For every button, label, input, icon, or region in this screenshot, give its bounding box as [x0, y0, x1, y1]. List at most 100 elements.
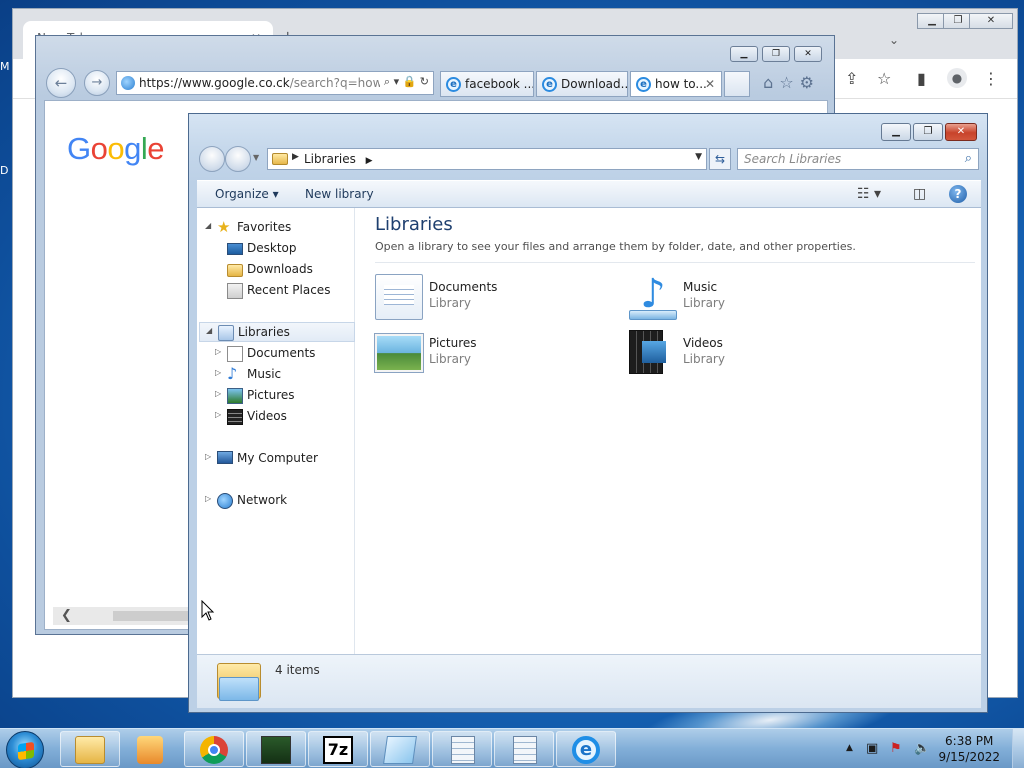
address-bar[interactable]: https://www.google.co.ck/search?q=how ⌕ … — [116, 71, 434, 95]
downloads-folder-icon — [227, 264, 243, 277]
taskbar-windows-explorer[interactable] — [60, 731, 120, 767]
ie-tab-how-to[interactable]: e how to... ✕ — [630, 71, 722, 97]
item-count: 4 items — [275, 663, 320, 677]
tab-search-icon[interactable]: ⌄ — [889, 33, 899, 47]
show-desktop-button[interactable] — [1012, 729, 1024, 768]
music-library-icon: ♪ — [629, 274, 677, 320]
close-button[interactable]: ✕ — [969, 13, 1013, 29]
nav-libraries[interactable]: ◢ Libraries — [199, 322, 355, 342]
expand-icon[interactable]: ▷ — [215, 410, 221, 419]
command-bar: Organize ▾ New library ☷ ▾ ◫ ? — [197, 180, 981, 208]
minimize-button[interactable]: ▁ — [730, 46, 758, 62]
breadcrumb-separator-icon[interactable]: ▶ — [366, 156, 373, 166]
explorer-body: ◢ ★ Favorites Desktop Downloads Recent P… — [197, 208, 981, 654]
pictures-icon — [227, 388, 243, 404]
taskbar-7zip[interactable]: 7z — [308, 731, 368, 767]
chevron-down-icon[interactable]: ▼ — [695, 152, 702, 162]
profile-avatar-icon[interactable]: ● — [947, 68, 967, 88]
ie-tab-label: facebook ... — [465, 77, 534, 91]
back-button[interactable] — [199, 146, 225, 172]
recent-places-icon — [227, 283, 243, 299]
ie-new-tab[interactable] — [724, 71, 750, 97]
taskbar-media-player[interactable] — [122, 731, 182, 767]
expand-icon[interactable]: ▷ — [205, 452, 211, 461]
chrome-menu-icon[interactable]: ⋮ — [983, 69, 999, 88]
horizontal-scrollbar[interactable]: ❮ — [53, 607, 203, 625]
scroll-left-icon[interactable]: ❮ — [61, 608, 72, 623]
taskbar: 7z e ▲ ▣ ⚑ 🔈 6:38 PM 9/15/2022 — [0, 728, 1024, 768]
collapse-icon[interactable]: ◢ — [205, 221, 211, 230]
expand-icon[interactable]: ▷ — [215, 389, 221, 398]
close-icon[interactable]: ✕ — [705, 77, 715, 91]
windows-explorer-window: ▁ ❐ ✕ ▼ ▶ Libraries ▶ ▼ ⇆ Search Librari… — [188, 113, 988, 713]
7zip-icon: 7z — [323, 736, 353, 764]
library-item-pictures[interactable]: Pictures Library — [374, 330, 595, 380]
navigation-pane: ◢ ★ Favorites Desktop Downloads Recent P… — [197, 208, 355, 654]
divider — [375, 262, 975, 263]
google-logo: Google — [67, 131, 165, 166]
close-button[interactable]: ✕ — [945, 123, 977, 141]
minimize-button[interactable]: ▁ — [881, 123, 911, 141]
recent-pages-icon[interactable]: ▼ — [253, 153, 259, 162]
breadcrumb[interactable]: ▶ Libraries ▶ ▼ — [267, 148, 707, 170]
libraries-icon — [218, 325, 234, 341]
forward-button[interactable] — [225, 146, 251, 172]
new-library-button[interactable]: New library — [305, 187, 374, 201]
network-status-icon[interactable]: ▣ — [866, 741, 878, 756]
bookmark-star-icon[interactable]: ☆ — [877, 69, 891, 88]
maximize-button[interactable]: ❐ — [762, 46, 790, 62]
music-icon: ♪ — [227, 364, 238, 383]
maximize-button[interactable]: ❐ — [913, 123, 943, 141]
back-button[interactable]: ← — [46, 68, 76, 98]
mouse-cursor-icon — [201, 600, 215, 621]
clock-date: 9/15/2022 — [938, 750, 1000, 764]
address-url-path: /search?q=how — [289, 76, 383, 90]
clock[interactable]: 6:38 PM 9/15/2022 — [938, 733, 1000, 765]
change-view-icon[interactable]: ☷ ▾ — [857, 186, 881, 202]
close-button[interactable]: ✕ — [794, 46, 822, 62]
ie-tab-facebook[interactable]: e facebook ... — [440, 71, 534, 97]
pictures-library-icon — [374, 333, 424, 373]
library-item-documents[interactable]: Documents Library — [375, 274, 595, 324]
search-input[interactable]: Search Libraries ⌕ — [737, 148, 979, 170]
share-icon[interactable]: ⇪ — [845, 69, 858, 88]
task-manager-icon — [261, 736, 291, 764]
star-icon: ★ — [217, 218, 231, 236]
content-pane: Libraries Open a library to see your fil… — [363, 208, 981, 654]
taskbar-chrome[interactable] — [184, 731, 244, 767]
taskbar-task-manager[interactable] — [246, 731, 306, 767]
address-tools-icons[interactable]: ⌕ ▾ 🔒 ↻ — [379, 75, 429, 89]
ie-tab-download[interactable]: e Download... — [536, 71, 628, 97]
library-item-videos[interactable]: Videos Library — [629, 330, 849, 380]
start-button[interactable] — [6, 731, 44, 768]
breadcrumb-libraries[interactable]: Libraries — [304, 152, 356, 166]
show-hidden-icons-icon[interactable]: ▲ — [846, 743, 853, 753]
taskbar-calculator-2[interactable] — [494, 731, 554, 767]
documents-library-icon — [375, 274, 423, 320]
home-favorites-tools-icons[interactable]: ⌂☆⚙ — [763, 73, 820, 92]
ie-tab-icon: e — [542, 77, 557, 92]
search-placeholder: Search Libraries — [744, 152, 842, 166]
organize-button[interactable]: Organize ▾ — [215, 187, 279, 201]
breadcrumb-separator-icon[interactable]: ▶ — [292, 152, 299, 162]
expand-icon[interactable]: ▷ — [215, 347, 221, 356]
expand-icon[interactable]: ▷ — [215, 368, 221, 377]
taskbar-internet-explorer[interactable]: e — [556, 731, 616, 767]
clock-time: 6:38 PM — [945, 734, 994, 748]
collapse-icon[interactable]: ◢ — [206, 326, 212, 335]
windows-logo-icon — [18, 741, 34, 761]
computer-icon — [217, 451, 233, 464]
side-panel-icon[interactable]: ▮ — [917, 69, 926, 88]
refresh-button[interactable]: ⇆ — [709, 148, 731, 170]
preview-pane-icon[interactable]: ◫ — [913, 186, 926, 202]
taskbar-notepad[interactable] — [370, 731, 430, 767]
volume-icon[interactable]: 🔈 — [914, 741, 930, 756]
search-icon[interactable]: ⌕ — [965, 151, 972, 166]
forward-button[interactable]: → — [84, 70, 110, 96]
help-icon[interactable]: ? — [949, 185, 967, 203]
folder-icon — [75, 736, 105, 764]
library-item-music[interactable]: ♪ Music Library — [629, 274, 849, 324]
taskbar-calculator[interactable] — [432, 731, 492, 767]
action-center-icon[interactable]: ⚑ — [890, 741, 902, 756]
expand-icon[interactable]: ▷ — [205, 494, 211, 503]
